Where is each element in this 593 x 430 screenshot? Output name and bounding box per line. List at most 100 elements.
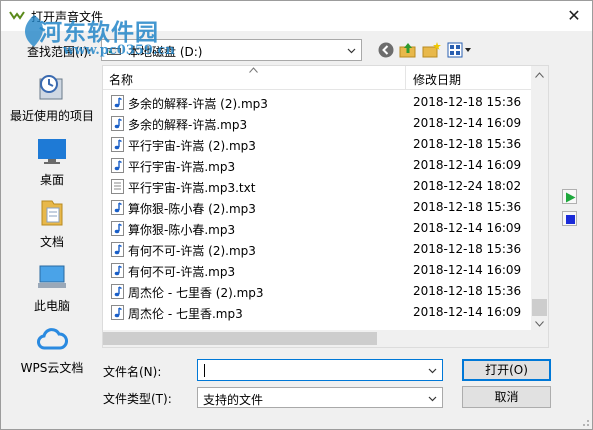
file-row[interactable]: 周杰伦 - 七里香 (2).mp3 2018-12-18 15:36 <box>103 281 533 302</box>
audio-file-icon <box>111 116 124 131</box>
back-icon[interactable] <box>377 41 395 59</box>
open-button[interactable]: 打开(O) <box>462 359 551 381</box>
place-this-pc[interactable]: 此电脑 <box>7 261 97 313</box>
stop-button[interactable] <box>562 211 577 226</box>
column-header-name[interactable]: 名称 <box>109 71 133 88</box>
places-bar: 最近使用的项目 桌面 文档 此电脑 WPS云文档 <box>7 65 97 375</box>
desktop-icon <box>38 139 66 164</box>
look-in-label: 查找范围(I): <box>27 45 92 59</box>
recent-items-icon <box>39 75 63 100</box>
file-name: 有何不可-许嵩 (2).mp3 <box>128 244 256 258</box>
file-modified: 2018-12-14 16:09 <box>413 263 522 277</box>
new-folder-icon[interactable] <box>422 41 442 59</box>
file-modified: 2018-12-18 15:36 <box>413 284 522 298</box>
vertical-scrollbar[interactable] <box>531 66 548 331</box>
documents-icon <box>41 200 63 226</box>
audio-file-icon <box>111 242 124 257</box>
place-wps-cloud[interactable]: WPS云文档 <box>7 323 97 375</box>
file-row[interactable]: 周杰伦 - 七里香.mp3 2018-12-14 16:09 <box>103 302 533 323</box>
place-label: 文档 <box>39 235 64 249</box>
chevron-down-icon[interactable] <box>428 366 437 375</box>
file-modified: 2018-12-14 16:09 <box>413 116 522 130</box>
file-row[interactable]: 算你狠-陈小春 (2).mp3 2018-12-18 15:36 <box>103 197 533 218</box>
file-name: 有何不可-许嵩.mp3 <box>128 265 236 279</box>
computer-icon <box>38 265 66 288</box>
file-name: 平行宇宙-许嵩.mp3.txt <box>128 181 256 195</box>
play-icon <box>566 192 576 203</box>
column-divider[interactable] <box>405 66 406 90</box>
file-row[interactable]: 多余的解释-许嵩 (2).mp3 2018-12-18 15:36 <box>103 92 533 113</box>
filetype-label: 文件类型(T): <box>103 392 172 406</box>
audio-file-icon <box>111 221 124 236</box>
stop-icon <box>566 215 575 224</box>
view-menu-icon[interactable] <box>447 41 473 59</box>
file-name: 算你狠-陈小春 (2).mp3 <box>128 202 256 216</box>
file-row[interactable]: 平行宇宙-许嵩.mp3.txt 2018-12-24 18:02 <box>103 176 533 197</box>
file-name: 周杰伦 - 七里香 (2).mp3 <box>128 286 264 300</box>
scroll-down-icon[interactable] <box>535 321 544 327</box>
resize-grip-icon[interactable] <box>580 417 590 427</box>
file-modified: 2018-12-18 15:36 <box>413 137 522 151</box>
place-label: 最近使用的项目 <box>9 109 94 123</box>
file-name: 多余的解释-许嵩.mp3 <box>128 118 248 132</box>
audio-file-icon <box>111 263 124 278</box>
file-modified: 2018-12-14 16:09 <box>413 158 522 172</box>
play-button[interactable] <box>562 189 577 204</box>
app-icon <box>9 11 25 20</box>
scrollbar-corner <box>531 330 548 347</box>
audio-file-icon <box>111 305 124 320</box>
place-label: 桌面 <box>39 173 64 187</box>
file-name: 周杰伦 - 七里香.mp3 <box>128 307 243 321</box>
drive-icon <box>107 48 121 55</box>
close-button[interactable]: ✕ <box>562 4 586 28</box>
file-name: 算你狠-陈小春.mp3 <box>128 223 236 237</box>
place-desktop[interactable]: 桌面 <box>7 135 97 187</box>
file-row[interactable]: 平行宇宙-许嵩.mp3 2018-12-14 16:09 <box>103 155 533 176</box>
file-row[interactable]: 多余的解释-许嵩.mp3 2018-12-14 16:09 <box>103 113 533 134</box>
file-name: 平行宇宙-许嵩 (2).mp3 <box>128 139 256 153</box>
horizontal-scroll-thumb[interactable] <box>103 332 377 345</box>
scroll-up-icon[interactable] <box>535 72 544 78</box>
up-folder-icon[interactable] <box>399 41 417 59</box>
window-title: 打开声音文件 <box>31 10 104 24</box>
chevron-down-icon <box>347 48 356 54</box>
text-caret <box>204 364 205 377</box>
file-modified: 2018-12-14 16:09 <box>413 305 522 319</box>
file-list: 名称 修改日期 多余的解释-许嵩 (2).mp3 2018-12-18 15:36… <box>102 65 549 348</box>
filename-input[interactable] <box>197 359 443 381</box>
filename-label: 文件名(N): <box>103 365 162 379</box>
audio-file-icon <box>111 137 124 152</box>
filetype-select[interactable]: 支持的文件 <box>197 387 443 408</box>
file-modified: 2018-12-14 16:09 <box>413 221 522 235</box>
place-label: WPS云文档 <box>20 361 84 375</box>
file-row[interactable]: 算你狠-陈小春.mp3 2018-12-14 16:09 <box>103 218 533 239</box>
place-label: 此电脑 <box>33 299 70 313</box>
file-row[interactable]: 有何不可-许嵩 (2).mp3 2018-12-18 15:36 <box>103 239 533 260</box>
audio-file-icon <box>111 95 124 110</box>
horizontal-scrollbar[interactable] <box>103 330 548 347</box>
cloud-icon <box>37 328 68 350</box>
place-recent-items[interactable]: 最近使用的项目 <box>7 71 97 123</box>
audio-file-icon <box>111 158 124 173</box>
chevron-down-icon <box>428 396 437 402</box>
file-modified: 2018-12-18 15:36 <box>413 242 522 256</box>
file-modified: 2018-12-24 18:02 <box>413 179 522 193</box>
file-row[interactable]: 有何不可-许嵩.mp3 2018-12-14 16:09 <box>103 260 533 281</box>
sort-ascending-icon <box>249 67 258 73</box>
cancel-button[interactable]: 取消 <box>462 386 551 408</box>
vertical-scroll-thumb[interactable] <box>532 299 547 316</box>
place-documents[interactable]: 文档 <box>7 197 97 249</box>
audio-file-icon <box>111 200 124 215</box>
file-name: 多余的解释-许嵩 (2).mp3 <box>128 97 268 111</box>
filetype-value: 支持的文件 <box>203 393 264 407</box>
look-in-value: 本地磁盘 (D:) <box>128 45 203 59</box>
column-header-modified[interactable]: 修改日期 <box>413 71 461 88</box>
file-name: 平行宇宙-许嵩.mp3 <box>128 160 236 174</box>
open-sound-file-dialog: 打开声音文件 ✕ 查找范围(I): 本地磁盘 (D:) 最近使用的项目 桌面 文… <box>0 0 593 430</box>
audio-file-icon <box>111 284 124 299</box>
list-header: 名称 修改日期 <box>103 66 533 90</box>
file-modified: 2018-12-18 15:36 <box>413 95 522 109</box>
file-row[interactable]: 平行宇宙-许嵩 (2).mp3 2018-12-18 15:36 <box>103 134 533 155</box>
look-in-combo[interactable]: 本地磁盘 (D:) <box>101 39 362 61</box>
file-modified: 2018-12-18 15:36 <box>413 200 522 214</box>
